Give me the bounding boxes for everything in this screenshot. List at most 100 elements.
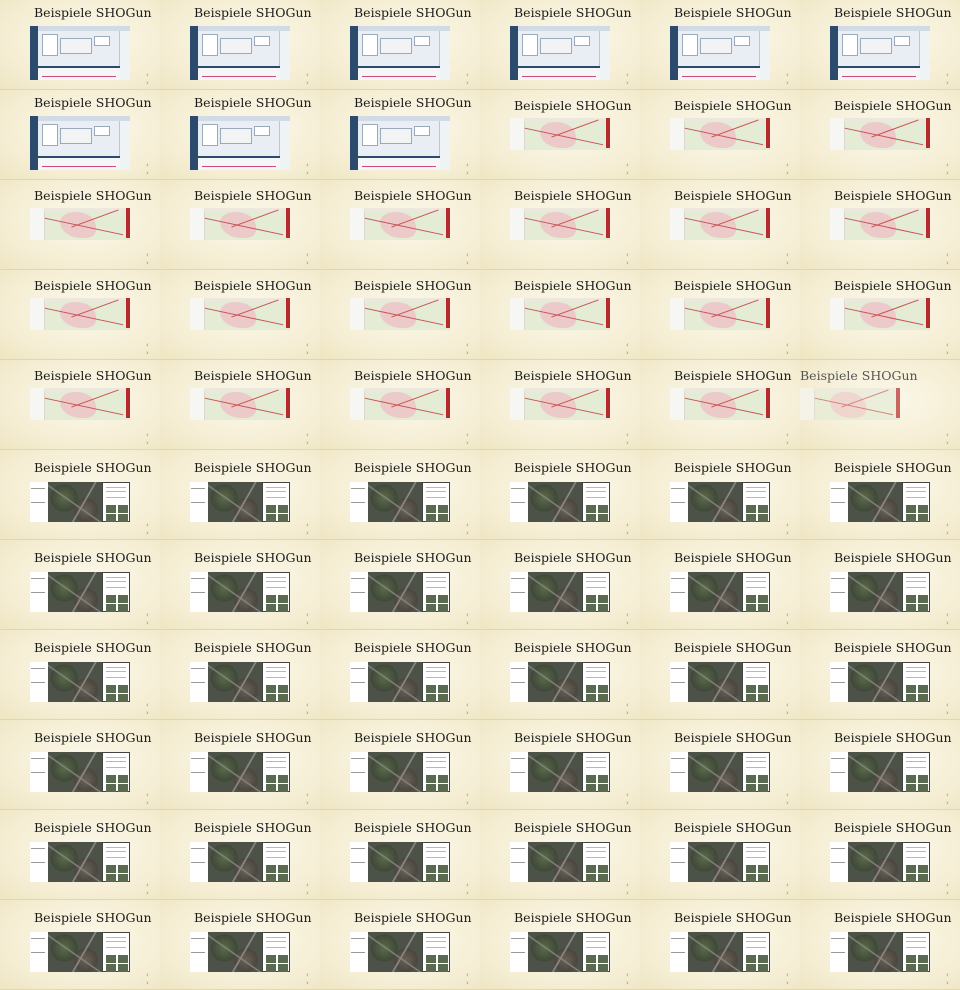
slide-nav-arrows[interactable]: ‹ › bbox=[466, 251, 480, 267]
slide-cell[interactable]: Beispiele SHOGun ‹ › bbox=[0, 360, 160, 450]
slide-cell[interactable]: Beispiele SHOGun ‹ › bbox=[640, 540, 800, 630]
slide-nav-arrows[interactable]: ‹ › bbox=[626, 971, 640, 987]
slide-cell[interactable]: Beispiele SHOGun ‹ › bbox=[640, 810, 800, 900]
slide-cell[interactable]: Beispiele SHOGun ‹ › bbox=[320, 90, 480, 180]
slide-cell[interactable]: Beispiele SHOGun ‹ › bbox=[160, 0, 320, 90]
slide-cell[interactable]: Beispiele SHOGun ‹ › bbox=[800, 720, 960, 810]
slide-nav-arrows[interactable]: ‹ › bbox=[306, 971, 320, 987]
slide-cell[interactable]: Beispiele SHOGun ‹ › bbox=[480, 360, 640, 450]
slide-cell[interactable]: Beispiele SHOGun ‹ › bbox=[640, 270, 800, 360]
slide-cell[interactable]: Beispiele SHOGun ‹ › bbox=[0, 900, 160, 990]
slide-nav-arrows[interactable]: ‹ › bbox=[626, 611, 640, 627]
slide-nav-arrows[interactable]: ‹ › bbox=[626, 251, 640, 267]
slide-cell[interactable]: Beispiele SHOGun ‹ › bbox=[640, 180, 800, 270]
slide-nav-arrows[interactable]: ‹ › bbox=[466, 881, 480, 897]
slide-cell[interactable]: Beispiele SHOGun ‹ › bbox=[800, 180, 960, 270]
slide-cell[interactable]: Beispiele SHOGun ‹ › bbox=[640, 630, 800, 720]
slide-nav-arrows[interactable]: ‹ › bbox=[306, 251, 320, 267]
slide-cell[interactable]: Beispiele SHOGun ‹ › bbox=[480, 90, 640, 180]
slide-cell[interactable]: Beispiele SHOGun ‹ › bbox=[800, 90, 960, 180]
slide-nav-arrows[interactable]: ‹ › bbox=[306, 611, 320, 627]
slide-nav-arrows[interactable]: ‹ › bbox=[786, 611, 800, 627]
slide-cell[interactable]: Beispiele SHOGun ‹ › bbox=[320, 360, 480, 450]
slide-nav-arrows[interactable]: ‹ › bbox=[466, 521, 480, 537]
slide-cell[interactable]: Beispiele SHOGun ‹ › bbox=[480, 0, 640, 90]
slide-cell[interactable]: Beispiele SHOGun ‹ › bbox=[160, 360, 320, 450]
slide-nav-arrows[interactable]: ‹ › bbox=[946, 701, 960, 717]
slide-nav-arrows[interactable]: ‹ › bbox=[146, 791, 160, 807]
slide-nav-arrows[interactable]: ‹ › bbox=[146, 431, 160, 447]
slide-cell[interactable]: Beispiele SHOGun ‹ › bbox=[160, 270, 320, 360]
slide-cell[interactable]: Beispiele SHOGun ‹ › bbox=[0, 450, 160, 540]
slide-cell[interactable]: Beispiele SHOGun ‹ › bbox=[0, 810, 160, 900]
slide-cell[interactable]: Beispiele SHOGun ‹ › bbox=[160, 810, 320, 900]
slide-nav-arrows[interactable]: ‹ › bbox=[786, 341, 800, 357]
slide-cell[interactable]: Beispiele SHOGun ‹ › bbox=[320, 450, 480, 540]
slide-cell[interactable]: Beispiele SHOGun ‹ › bbox=[640, 360, 800, 450]
slide-nav-arrows[interactable]: ‹ › bbox=[946, 971, 960, 987]
slide-cell[interactable]: Beispiele SHOGun ‹ › bbox=[160, 900, 320, 990]
slide-cell[interactable]: Beispiele SHOGun ‹ › bbox=[0, 630, 160, 720]
slide-nav-arrows[interactable]: ‹ › bbox=[146, 251, 160, 267]
slide-nav-arrows[interactable]: ‹ › bbox=[466, 431, 480, 447]
slide-cell[interactable]: Beispiele SHOGun ‹ › bbox=[320, 270, 480, 360]
slide-cell[interactable]: Beispiele SHOGun ‹ › bbox=[800, 630, 960, 720]
slide-cell[interactable]: Beispiele SHOGun ‹ › bbox=[160, 630, 320, 720]
slide-nav-arrows[interactable]: ‹ › bbox=[786, 701, 800, 717]
slide-cell[interactable]: Beispiele SHOGun ‹ › bbox=[160, 720, 320, 810]
slide-nav-arrows[interactable]: ‹ › bbox=[626, 71, 640, 87]
slide-cell[interactable]: Beispiele SHOGun ‹ › bbox=[800, 540, 960, 630]
slide-nav-arrows[interactable]: ‹ › bbox=[946, 791, 960, 807]
slide-nav-arrows[interactable]: ‹ › bbox=[146, 71, 160, 87]
slide-cell[interactable]: Beispiele SHOGun ‹ › bbox=[320, 720, 480, 810]
slide-nav-arrows[interactable]: ‹ › bbox=[466, 611, 480, 627]
slide-nav-arrows[interactable]: ‹ › bbox=[306, 881, 320, 897]
slide-cell[interactable]: Beispiele SHOGun ‹ › bbox=[640, 450, 800, 540]
slide-nav-arrows[interactable]: ‹ › bbox=[626, 701, 640, 717]
slide-nav-arrows[interactable]: ‹ › bbox=[146, 521, 160, 537]
slide-nav-arrows[interactable]: ‹ › bbox=[146, 971, 160, 987]
slide-cell[interactable]: Beispiele SHOGun ‹ › bbox=[160, 540, 320, 630]
slide-cell[interactable]: Beispiele SHOGun ‹ › bbox=[800, 900, 960, 990]
slide-nav-arrows[interactable]: ‹ › bbox=[946, 341, 960, 357]
slide-cell[interactable]: Beispiele SHOGun ‹ › bbox=[640, 90, 800, 180]
slide-nav-arrows[interactable]: ‹ › bbox=[946, 611, 960, 627]
slide-cell[interactable]: Beispiele SHOGun ‹ › bbox=[0, 270, 160, 360]
slide-nav-arrows[interactable]: ‹ › bbox=[786, 971, 800, 987]
slide-cell[interactable]: Beispiele SHOGun ‹ › bbox=[480, 900, 640, 990]
slide-nav-arrows[interactable]: ‹ › bbox=[946, 161, 960, 177]
slide-nav-arrows[interactable]: ‹ › bbox=[466, 71, 480, 87]
slide-cell[interactable]: Beispiele SHOGun ‹ › bbox=[640, 900, 800, 990]
slide-cell[interactable]: Beispiele SHOGun ‹ › bbox=[320, 0, 480, 90]
slide-cell[interactable]: Beispiele SHOGun ‹ › bbox=[0, 540, 160, 630]
slide-nav-arrows[interactable]: ‹ › bbox=[786, 881, 800, 897]
slide-cell[interactable]: Beispiele SHOGun ‹ › bbox=[640, 0, 800, 90]
slide-cell[interactable]: Beispiele SHOGun ‹ › bbox=[0, 0, 160, 90]
slide-nav-arrows[interactable]: ‹ › bbox=[306, 431, 320, 447]
slide-cell[interactable]: Beispiele SHOGun ‹ › bbox=[480, 540, 640, 630]
slide-cell[interactable]: Beispiele SHOGun ‹ › bbox=[800, 360, 960, 450]
slide-cell[interactable]: Beispiele SHOGun ‹ › bbox=[160, 450, 320, 540]
slide-cell[interactable]: Beispiele SHOGun ‹ › bbox=[640, 720, 800, 810]
slide-cell[interactable]: Beispiele SHOGun ‹ › bbox=[320, 810, 480, 900]
slide-nav-arrows[interactable]: ‹ › bbox=[946, 881, 960, 897]
slide-cell[interactable]: Beispiele SHOGun ‹ › bbox=[320, 180, 480, 270]
slide-nav-arrows[interactable]: ‹ › bbox=[786, 791, 800, 807]
slide-cell[interactable]: Beispiele SHOGun ‹ › bbox=[320, 630, 480, 720]
slide-nav-arrows[interactable]: ‹ › bbox=[786, 251, 800, 267]
slide-cell[interactable]: Beispiele SHOGun ‹ › bbox=[800, 810, 960, 900]
slide-nav-arrows[interactable]: ‹ › bbox=[306, 161, 320, 177]
slide-nav-arrows[interactable]: ‹ › bbox=[786, 521, 800, 537]
slide-cell[interactable]: Beispiele SHOGun ‹ › bbox=[480, 630, 640, 720]
slide-cell[interactable]: Beispiele SHOGun ‹ › bbox=[480, 180, 640, 270]
slide-cell[interactable]: Beispiele SHOGun ‹ › bbox=[480, 270, 640, 360]
slide-cell[interactable]: Beispiele SHOGun ‹ › bbox=[800, 450, 960, 540]
slide-nav-arrows[interactable]: ‹ › bbox=[946, 71, 960, 87]
slide-nav-arrows[interactable]: ‹ › bbox=[146, 701, 160, 717]
slide-cell[interactable]: Beispiele SHOGun ‹ › bbox=[0, 180, 160, 270]
slide-nav-arrows[interactable]: ‹ › bbox=[626, 431, 640, 447]
slide-cell[interactable]: Beispiele SHOGun ‹ › bbox=[800, 0, 960, 90]
slide-cell[interactable]: Beispiele SHOGun ‹ › bbox=[480, 720, 640, 810]
slide-nav-arrows[interactable]: ‹ › bbox=[146, 611, 160, 627]
slide-cell[interactable]: Beispiele SHOGun ‹ › bbox=[800, 270, 960, 360]
